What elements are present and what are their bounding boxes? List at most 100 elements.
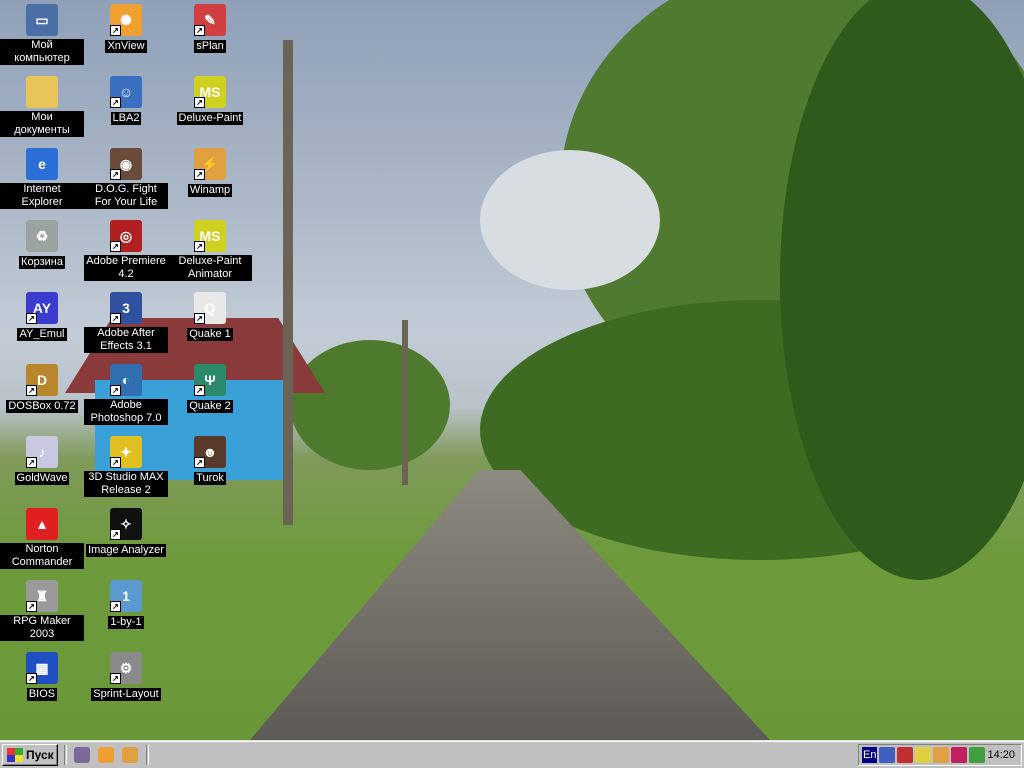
desktop-icon-adobe-after-effects[interactable]: 3 ↗ Adobe After Effects 3.1 xyxy=(84,292,168,354)
turok-icon: ☻ ↗ xyxy=(194,436,226,468)
dosbox-icon: D ↗ xyxy=(26,364,58,396)
shortcut-arrow-icon: ↗ xyxy=(194,313,205,324)
scanner-tray-icon[interactable] xyxy=(969,747,986,763)
desktop-icon-deluxe-paint-animator[interactable]: MS ↗ Deluxe-Paint Animator xyxy=(168,220,252,282)
taskbar-separator[interactable] xyxy=(146,745,149,765)
display-settings-icon[interactable] xyxy=(879,747,896,763)
desktop-icon-adobe-photoshop[interactable]: ◐ ↗ Adobe Photoshop 7.0 xyxy=(84,364,168,426)
network-tray-icon[interactable] xyxy=(951,747,968,763)
quick-launch-winamp-icon[interactable] xyxy=(122,747,138,763)
desktop-icon-ay-emul[interactable]: AY ↗ AY_Emul xyxy=(0,292,84,342)
shortcut-arrow-icon: ↗ xyxy=(110,601,121,612)
shortcut-arrow-icon: ↗ xyxy=(110,241,121,252)
shortcut-arrow-icon: ↗ xyxy=(110,169,121,180)
desktop-icon-adobe-premiere[interactable]: ◎ ↗ Adobe Premiere 4.2 xyxy=(84,220,168,282)
recycle-bin-icon: ♻ xyxy=(26,220,58,252)
desktop-icon-splan[interactable]: ✎ ↗ sPlan xyxy=(168,4,252,54)
desktop-icon-label: Мои документы xyxy=(0,111,84,137)
desktop-icon-dosbox[interactable]: D ↗ DOSBox 0.72 xyxy=(0,364,84,414)
shortcut-arrow-icon: ↗ xyxy=(110,673,121,684)
my-computer-icon: ▭ xyxy=(26,4,58,36)
desktop-icon-label: GoldWave xyxy=(14,472,70,485)
lba2-icon: ☺ ↗ xyxy=(110,76,142,108)
desktop-icon-label: Deluxe-Paint Animator xyxy=(168,255,252,281)
winamp-tray-icon[interactable] xyxy=(933,747,950,763)
shortcut-arrow-icon: ↗ xyxy=(110,25,121,36)
desktop-icon-turok[interactable]: ☻ ↗ Turok xyxy=(168,436,252,486)
shortcut-arrow-icon: ↗ xyxy=(26,601,37,612)
desktop-icon-label: Adobe Photoshop 7.0 xyxy=(84,399,168,425)
adobe-after-effects-icon: 3 ↗ xyxy=(110,292,142,324)
audio-app-icon[interactable] xyxy=(897,747,914,763)
quake-1-icon: Q ↗ xyxy=(194,292,226,324)
desktop-icon-label: 1-by-1 xyxy=(108,616,144,629)
desktop-icon-bios[interactable]: ▦ ↗ BIOS xyxy=(0,652,84,702)
clock[interactable]: 14:20 xyxy=(987,749,1015,761)
shortcut-arrow-icon: ↗ xyxy=(110,385,121,396)
desktop-icon-label: Quake 1 xyxy=(187,328,233,341)
desktop-icon-label: Мой компьютер xyxy=(0,39,84,65)
desktop-icon-1-by-1[interactable]: 1 ↗ 1-by-1 xyxy=(84,580,168,630)
deluxe-paint-animator-icon: MS ↗ xyxy=(194,220,226,252)
shortcut-arrow-icon: ↗ xyxy=(194,241,205,252)
desktop-icon-quake-2[interactable]: Ψ ↗ Quake 2 xyxy=(168,364,252,414)
desktop-icon-label: D.O.G. Fight For Your Life xyxy=(84,183,168,209)
desktop-icon-label: Winamp xyxy=(187,184,233,197)
volume-icon[interactable] xyxy=(915,747,932,763)
shortcut-arrow-icon: ↗ xyxy=(26,673,37,684)
internet-explorer-icon: e xyxy=(26,148,58,180)
desktop-icon-image-analyzer[interactable]: ✧ ↗ Image Analyzer xyxy=(84,508,168,558)
desktop-icon-label: Корзина xyxy=(19,256,65,269)
taskbar-separator[interactable] xyxy=(64,745,67,765)
shortcut-arrow-icon: ↗ xyxy=(26,457,37,468)
shortcut-arrow-icon: ↗ xyxy=(194,97,205,108)
quick-launch-xnview-icon[interactable] xyxy=(98,747,114,763)
desktop-icon-label: LBA2 xyxy=(110,112,142,125)
desktop-icon-recycle-bin[interactable]: ♻ Корзина xyxy=(0,220,84,270)
desktop-icon-dog-fight[interactable]: ◉ ↗ D.O.G. Fight For Your Life xyxy=(84,148,168,210)
quick-launch-show-desktop-icon[interactable] xyxy=(74,747,90,763)
desktop-icon-label: Quake 2 xyxy=(187,400,233,413)
adobe-photoshop-icon: ◐ ↗ xyxy=(110,364,142,396)
xnview-icon: ✺ ↗ xyxy=(110,4,142,36)
desktop-icon-label: Adobe Premiere 4.2 xyxy=(84,255,168,281)
ay-emul-icon: AY ↗ xyxy=(26,292,58,324)
desktop-icon-sprint-layout[interactable]: ⚙ ↗ Sprint-Layout xyxy=(84,652,168,702)
deluxe-paint-icon: MS ↗ xyxy=(194,76,226,108)
desktop-icon-label: Norton Commander xyxy=(0,543,84,569)
sprint-layout-icon: ⚙ ↗ xyxy=(110,652,142,684)
shortcut-arrow-icon: ↗ xyxy=(26,385,37,396)
desktop-icon-label: RPG Maker 2003 xyxy=(0,615,84,641)
desktop-icon-xnview[interactable]: ✺ ↗ XnView xyxy=(84,4,168,54)
norton-commander-icon: ▲ xyxy=(26,508,58,540)
desktop-icon-winamp[interactable]: ⚡ ↗ Winamp xyxy=(168,148,252,198)
desktop-icon-my-computer[interactable]: ▭ Мой компьютер xyxy=(0,4,84,66)
desktop-icon-folder[interactable]: Мои документы xyxy=(0,76,84,138)
desktop-icon-internet-explorer[interactable]: e Internet Explorer xyxy=(0,148,84,210)
system-tray: En 14:20 xyxy=(858,744,1022,766)
desktop-icon-rpg-maker[interactable]: ♜ ↗ RPG Maker 2003 xyxy=(0,580,84,642)
desktop-icon-label: DOSBox 0.72 xyxy=(6,400,78,413)
desktop-icon-deluxe-paint[interactable]: MS ↗ Deluxe-Paint xyxy=(168,76,252,126)
desktop-icon-label: sPlan xyxy=(194,40,226,53)
desktop-icon-goldwave[interactable]: ♪ ↗ GoldWave xyxy=(0,436,84,486)
quake-2-icon: Ψ ↗ xyxy=(194,364,226,396)
desktop-icon-lba2[interactable]: ☺ ↗ LBA2 xyxy=(84,76,168,126)
desktop-icon-label: Internet Explorer xyxy=(0,183,84,209)
winamp-icon: ⚡ ↗ xyxy=(194,148,226,180)
shortcut-arrow-icon: ↗ xyxy=(110,313,121,324)
shortcut-arrow-icon: ↗ xyxy=(194,457,205,468)
shortcut-arrow-icon: ↗ xyxy=(110,457,121,468)
desktop-icon-norton-commander[interactable]: ▲ Norton Commander xyxy=(0,508,84,570)
desktop-icon-label: XnView xyxy=(105,40,147,53)
start-button[interactable]: Пуск xyxy=(2,744,58,766)
desktop-icon-3d-studio-max[interactable]: ✦ ↗ 3D Studio MAX Release 2 xyxy=(84,436,168,498)
desktop-icon-label: 3D Studio MAX Release 2 xyxy=(84,471,168,497)
desktop-icon-label: Adobe After Effects 3.1 xyxy=(84,327,168,353)
bios-icon: ▦ ↗ xyxy=(26,652,58,684)
language-indicator[interactable]: En xyxy=(862,747,878,763)
desktop-icon-quake-1[interactable]: Q ↗ Quake 1 xyxy=(168,292,252,342)
shortcut-arrow-icon: ↗ xyxy=(194,25,205,36)
goldwave-icon: ♪ ↗ xyxy=(26,436,58,468)
folder-icon xyxy=(26,76,58,108)
